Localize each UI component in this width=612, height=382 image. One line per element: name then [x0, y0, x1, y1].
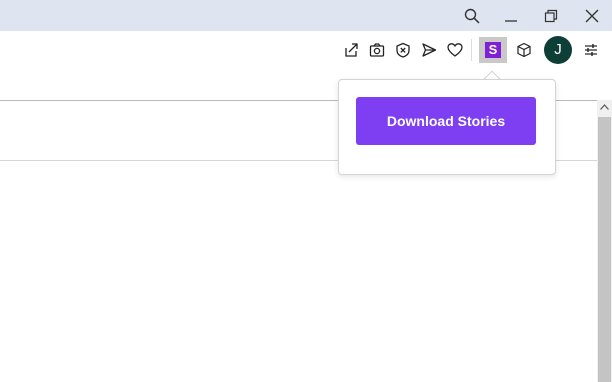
search-icon[interactable] — [455, 0, 489, 31]
download-stories-button[interactable]: Download Stories — [356, 97, 536, 145]
toolbar-separator — [471, 39, 472, 61]
restore-icon[interactable] — [534, 0, 568, 31]
send-icon[interactable] — [419, 40, 439, 60]
shield-icon[interactable] — [393, 40, 413, 60]
profile-avatar[interactable]: J — [544, 36, 572, 64]
title-bar — [0, 0, 612, 31]
scrollbar-thumb[interactable] — [598, 117, 611, 382]
extension-popup: Download Stories — [338, 79, 556, 175]
heart-icon[interactable] — [445, 40, 465, 60]
vertical-scrollbar[interactable] — [597, 100, 612, 382]
share-icon[interactable] — [341, 40, 361, 60]
camera-icon[interactable] — [367, 40, 387, 60]
sliders-icon[interactable] — [581, 40, 601, 60]
cube-icon[interactable] — [514, 40, 534, 60]
scroll-up-arrow-icon[interactable] — [597, 100, 612, 114]
story-extension-icon: S — [485, 42, 501, 58]
story-extension-button[interactable]: S — [479, 37, 507, 63]
minimize-icon[interactable] — [494, 0, 528, 31]
browser-toolbar: S J — [0, 31, 612, 69]
close-icon[interactable] — [575, 0, 609, 31]
